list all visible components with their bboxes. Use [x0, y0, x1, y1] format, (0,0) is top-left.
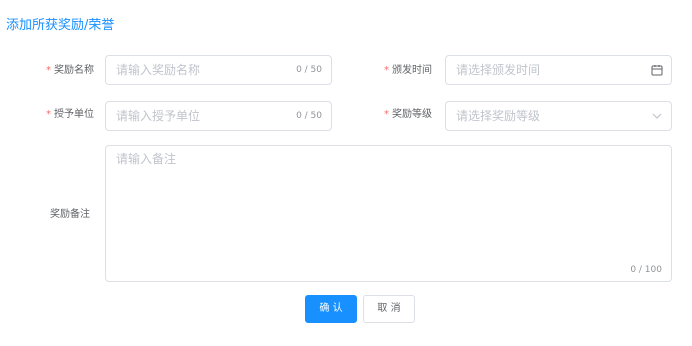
calendar-icon[interactable] — [651, 64, 663, 76]
grantor-label: * 授予单位 — [4, 108, 94, 122]
issue-time-placeholder: 请选择颁发时间 — [456, 63, 541, 77]
issue-time-picker[interactable]: 请选择颁发时间 — [445, 55, 672, 85]
issue-time-label: * 颁发时间 — [342, 64, 432, 78]
required-mark: * — [384, 65, 389, 76]
award-name-label-text: 奖励名称 — [54, 65, 94, 76]
award-level-placeholder: 请选择奖励等级 — [456, 109, 541, 123]
remarks-label: 奖励备注 — [50, 209, 90, 220]
award-name-label: * 奖励名称 — [4, 64, 94, 78]
grantor-placeholder: 请输入授予单位 — [116, 109, 201, 123]
required-mark: * — [384, 109, 389, 120]
award-name-count: 0 / 50 — [296, 65, 322, 75]
award-level-select[interactable]: 请选择奖励等级 — [445, 101, 672, 131]
award-form-page: 添加所获奖励/荣誉 * 奖励名称 请输入奖励名称 0 / 50 * 颁发时间 请选择… — [0, 0, 692, 346]
award-level-label: * 奖励等级 — [342, 108, 432, 122]
cancel-button[interactable]: 取 消 — [363, 295, 415, 323]
chevron-down-icon[interactable] — [651, 110, 663, 122]
grantor-count: 0 / 50 — [296, 111, 322, 121]
grantor-label-text: 授予单位 — [54, 109, 94, 120]
required-mark: * — [46, 65, 51, 76]
remarks-count: 0 / 100 — [630, 265, 662, 275]
remarks-textarea[interactable]: 请输入备注 0 / 100 — [105, 145, 672, 282]
award-name-placeholder: 请输入奖励名称 — [116, 63, 201, 77]
remarks-placeholder: 请输入备注 — [116, 152, 177, 166]
issue-time-label-text: 颁发时间 — [392, 65, 432, 76]
required-mark: * — [46, 109, 51, 120]
award-name-input[interactable]: 请输入奖励名称 0 / 50 — [105, 55, 332, 85]
page-title: 添加所获奖励/荣誉 — [6, 18, 115, 33]
award-level-label-text: 奖励等级 — [392, 109, 432, 120]
grantor-input[interactable]: 请输入授予单位 0 / 50 — [105, 101, 332, 131]
confirm-button[interactable]: 确 认 — [305, 295, 357, 323]
